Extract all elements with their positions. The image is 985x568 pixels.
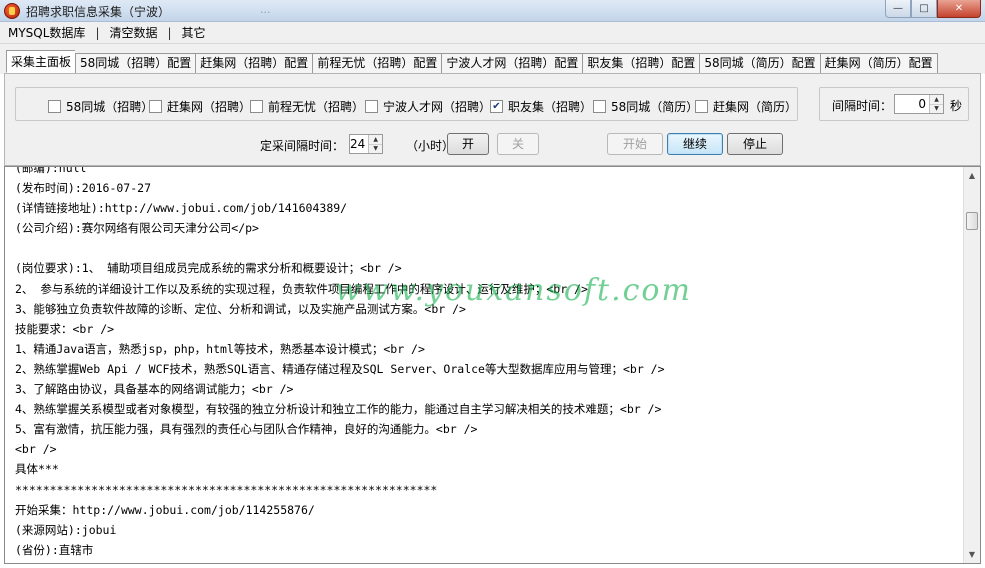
checkmark-icon: ✔	[490, 100, 503, 113]
arrow-up-icon[interactable]: ▲	[369, 135, 382, 145]
interval-value[interactable]: 0	[895, 95, 929, 113]
checkbox-box	[695, 100, 708, 113]
close-button[interactable]: ✕	[937, 0, 981, 18]
checkbox-58-resume[interactable]: 58同城（简历）	[593, 98, 698, 115]
log-line: (邮编):null	[15, 166, 87, 175]
interval-label: 间隔时间：	[832, 99, 893, 113]
checkbox-box	[365, 100, 378, 113]
checkbox-label: 赶集网（招聘）	[167, 100, 252, 114]
minimize-button[interactable]: —	[885, 0, 911, 18]
tab-jobui-recruit-config[interactable]: 职友集（招聘）配置	[582, 53, 700, 73]
tab-ganji-resume-config[interactable]: 赶集网（简历）配置	[819, 53, 938, 73]
checkbox-box	[149, 100, 162, 113]
menu-other[interactable]: 其它	[180, 24, 208, 41]
window-title: 招聘求职信息采集（宁波）	[26, 5, 171, 19]
menu-separator: |	[167, 25, 172, 40]
tab-51job-recruit-config[interactable]: 前程无忧（招聘）配置	[312, 53, 442, 73]
tab-58-resume-config[interactable]: 58同城（简历）配置	[699, 53, 820, 73]
log-output[interactable]: (邮编):null (发布时间):2016-07-27 (详情链接地址):http:…	[4, 166, 981, 564]
watermark-text: www.youxansoft.com	[335, 273, 692, 308]
schedule-on-button[interactable]: 开	[447, 133, 489, 155]
log-line: 1、精通Java语言，熟悉jsp，php，html等技术，熟悉基本设计模式；<b…	[15, 341, 425, 356]
tab-58-recruit-config[interactable]: 58同城（招聘）配置	[75, 53, 196, 73]
checkbox-label: 前程无忧（招聘）	[268, 100, 365, 114]
checkbox-ganji-recruit[interactable]: 赶集网（招聘）	[149, 98, 251, 115]
log-line: (公司介绍):赛尔网络有限公司天津分公司</p>	[15, 221, 259, 236]
log-line: 具体***	[15, 462, 59, 477]
arrow-down-icon[interactable]: ▼	[930, 104, 943, 113]
log-line: (发布时间):2016-07-27	[15, 181, 152, 196]
checkbox-box	[593, 100, 606, 113]
interval-stepper[interactable]: 0 ▲ ▼	[894, 94, 944, 114]
checkbox-label: 58同城（招聘）	[66, 100, 154, 114]
stop-button[interactable]: 停止	[727, 133, 783, 155]
checkbox-box	[48, 100, 61, 113]
log-line: (省份):直辖市	[15, 542, 94, 557]
menu-clear-data[interactable]: 清空数据	[107, 24, 159, 41]
log-line: ****************************************…	[15, 482, 438, 497]
interval-group: 间隔时间： 0 ▲ ▼ 秒	[819, 87, 969, 121]
tab-ningbo-talent-config[interactable]: 宁波人才网（招聘）配置	[441, 53, 583, 73]
checkbox-label: 宁波人才网（招聘）	[383, 100, 492, 114]
log-line: 5、富有激情，抗压能力强，具有强烈的责任心与团队合作精神，良好的沟通能力。<br…	[15, 422, 478, 437]
log-line: 4、熟练掌握关系模型或者对象模型，有较强的独立分析设计和独立工作的能力，能通过自…	[15, 402, 662, 417]
checkbox-ganji-resume[interactable]: 赶集网（简历）	[695, 98, 797, 115]
checkbox-jobui-recruit[interactable]: ✔ 职友集（招聘）	[490, 98, 592, 115]
checkbox-label: 58同城（简历）	[611, 100, 699, 114]
vertical-scrollbar[interactable]: ▲ ▼	[963, 167, 980, 563]
schedule-value[interactable]: 24	[350, 135, 368, 153]
source-group: 58同城（招聘） 赶集网（招聘） 前程无忧（招聘） 宁波人才网（招聘） ✔ 职友…	[15, 87, 798, 121]
log-line: (来源网站):jobui	[15, 522, 117, 537]
menu-bar: MYSQL数据库 | 清空数据 | 其它	[0, 22, 985, 44]
tab-strip: 采集主面板 58同城（招聘）配置 赶集网（招聘）配置 前程无忧（招聘）配置 宁波…	[0, 44, 985, 74]
log-line: 技能要求：<br />	[15, 321, 115, 336]
checkbox-box	[250, 100, 263, 113]
tab-ganji-recruit-config[interactable]: 赶集网（招聘）配置	[195, 53, 313, 73]
start-button[interactable]: 开始	[607, 133, 663, 155]
arrow-down-icon[interactable]: ▼	[369, 144, 382, 153]
schedule-stepper[interactable]: 24 ▲ ▼	[349, 134, 383, 154]
schedule-label: 定采间隔时间：	[260, 139, 345, 153]
menu-mysql[interactable]: MYSQL数据库	[6, 24, 87, 41]
scroll-down-icon[interactable]: ▼	[964, 546, 980, 563]
log-line: <br />	[15, 442, 57, 457]
log-lines: (邮编):null (发布时间):2016-07-27 (详情链接地址):http:…	[15, 166, 960, 560]
schedule-off-button[interactable]: 关	[497, 133, 539, 155]
log-line: 开始采集：http://www.jobui.com/job/114255876/	[15, 502, 315, 517]
control-panel: 58同城（招聘） 赶集网（招聘） 前程无忧（招聘） 宁波人才网（招聘） ✔ 职友…	[4, 73, 981, 166]
tab-main-panel[interactable]: 采集主面板	[6, 50, 76, 73]
maximize-button[interactable]: □	[911, 0, 937, 18]
log-line: 2、熟练掌握Web Api / WCF技术，熟悉SQL语言、精通存储过程及SQL…	[15, 361, 665, 376]
checkbox-58-recruit[interactable]: 58同城（招聘）	[48, 98, 153, 115]
interval-unit: 秒	[950, 99, 963, 113]
checkbox-label: 职友集（招聘）	[508, 100, 593, 114]
arrow-up-icon[interactable]: ▲	[930, 95, 943, 105]
continue-button[interactable]: 继续	[667, 133, 723, 155]
window-title-ghost: ...	[260, 3, 271, 16]
checkbox-label: 赶集网（简历）	[713, 100, 798, 114]
checkbox-ningbo-talent[interactable]: 宁波人才网（招聘）	[365, 98, 491, 115]
app-icon	[4, 3, 20, 19]
menu-separator: |	[95, 25, 100, 40]
checkbox-51job-recruit[interactable]: 前程无忧（招聘）	[250, 98, 364, 115]
scroll-thumb[interactable]	[966, 212, 978, 230]
title-bar[interactable]: 招聘求职信息采集（宁波） ... — □ ✕	[0, 0, 985, 22]
scroll-up-icon[interactable]: ▲	[964, 167, 980, 184]
log-line: 3、了解路由协议，具备基本的网络调试能力；<br />	[15, 382, 294, 397]
log-line: (详情链接地址):http://www.jobui.com/job/141604…	[15, 201, 348, 216]
